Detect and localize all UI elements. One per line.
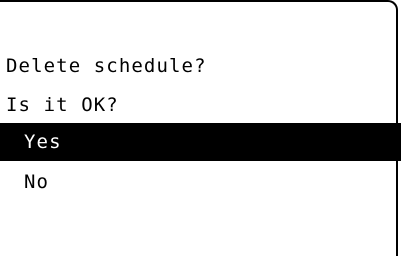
dialog-question: Is it OK?: [6, 94, 119, 116]
no-option[interactable]: No: [0, 163, 401, 201]
yes-option[interactable]: Yes: [0, 123, 401, 161]
dialog-message: Delete schedule?: [6, 55, 207, 77]
confirm-delete-screen: Delete schedule? Is it OK? Yes No: [0, 0, 401, 258]
